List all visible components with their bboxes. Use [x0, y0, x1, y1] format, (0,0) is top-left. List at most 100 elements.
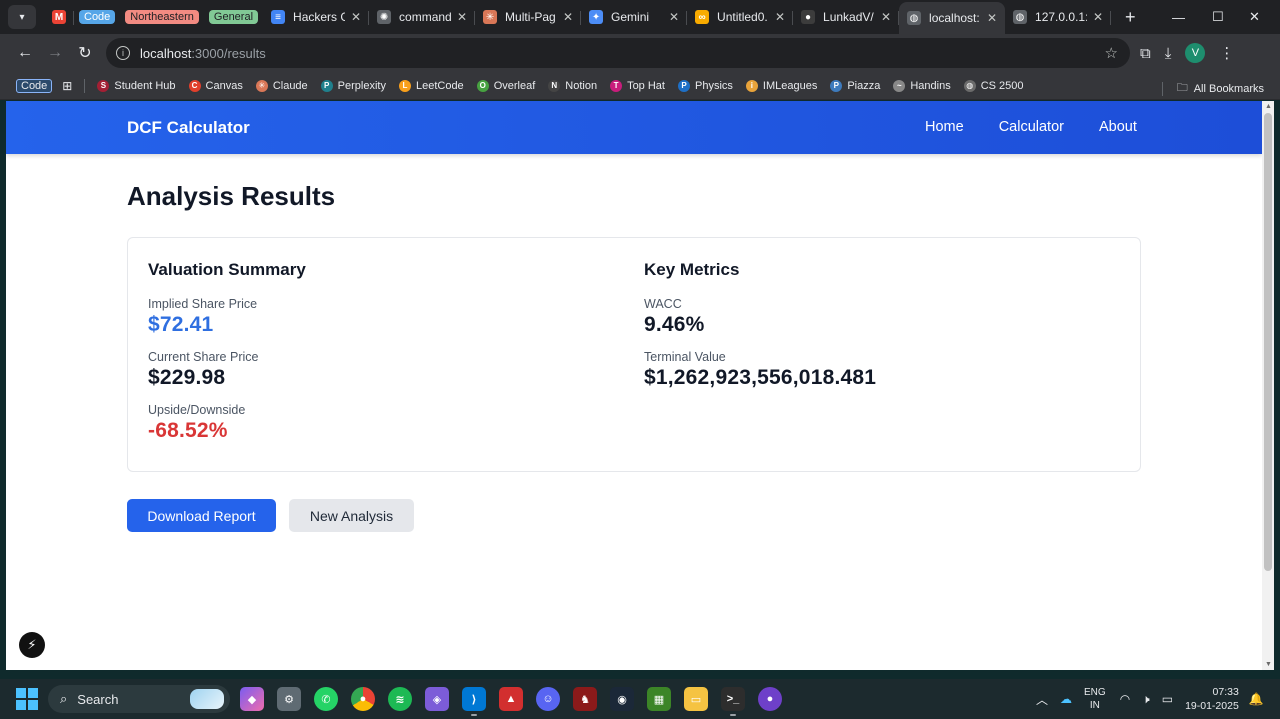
- close-tab-icon[interactable]: ✕: [1093, 10, 1103, 24]
- maximize-button[interactable]: ☐: [1212, 0, 1224, 34]
- bookmark-item[interactable]: i IMLeagues: [745, 79, 817, 92]
- reload-button[interactable]: ↻: [70, 38, 100, 68]
- bookmark-item[interactable]: O Overleaf: [476, 79, 535, 92]
- bookmark-divider: [84, 78, 86, 93]
- terminal-icon[interactable]: >_: [721, 687, 745, 716]
- whatsapp-icon[interactable]: ✆: [314, 687, 338, 711]
- nav-link-home[interactable]: Home: [925, 119, 964, 135]
- tab[interactable]: ✺ command ✕: [369, 3, 476, 31]
- site-brand[interactable]: DCF Calculator: [127, 118, 250, 138]
- scroll-thumb[interactable]: [1264, 113, 1272, 571]
- new-tab-button[interactable]: +: [1125, 7, 1136, 28]
- back-button[interactable]: ←: [10, 38, 40, 68]
- obsidian-icon[interactable]: ◈: [425, 687, 449, 711]
- upside-label: Upside/Downside: [148, 403, 246, 417]
- page-viewport: DCF Calculator Home Calculator About Ana…: [6, 101, 1262, 670]
- apps-grid-icon[interactable]: ⊞: [62, 79, 72, 93]
- bookmark-code-folder[interactable]: Code: [16, 78, 53, 93]
- minecraft-icon[interactable]: ▦: [647, 687, 671, 711]
- settings-gear-icon[interactable]: ⚙: [277, 687, 301, 711]
- spotify-icon[interactable]: ≋: [388, 687, 412, 711]
- vscode-icon[interactable]: ⟩: [462, 687, 486, 716]
- clock-date: 19-01-2025: [1185, 700, 1239, 712]
- tab-search-button[interactable]: ▾: [8, 5, 36, 29]
- steam-icon[interactable]: ◉: [610, 687, 634, 711]
- close-tab-icon[interactable]: ✕: [775, 10, 785, 24]
- wacc-label: WACC: [644, 297, 682, 311]
- close-tab-icon[interactable]: ✕: [987, 11, 997, 25]
- bookmark-item[interactable]: N Notion: [548, 79, 597, 92]
- bookmark-item[interactable]: L LeetCode: [398, 79, 464, 92]
- bookmark-label: Claude: [272, 79, 308, 92]
- file-explorer-icon[interactable]: ▭: [684, 687, 708, 711]
- battery-icon[interactable]: ▭: [1162, 692, 1173, 706]
- windows-start-icon[interactable]: [16, 688, 38, 710]
- bookmark-item[interactable]: P Physics: [677, 79, 733, 92]
- bookmark-item[interactable]: ~ Handins: [893, 79, 951, 92]
- bookmark-item[interactable]: C Canvas: [188, 79, 243, 92]
- tab[interactable]: ∞ Untitled0. ✕: [687, 3, 794, 31]
- volume-muted-icon[interactable]: 🕨: [1142, 692, 1150, 707]
- tab[interactable]: M: [44, 3, 74, 31]
- close-tab-icon[interactable]: ✕: [881, 10, 891, 24]
- close-tab-icon[interactable]: ✕: [457, 10, 467, 24]
- tab[interactable]: ≡ Hackers G ✕: [263, 3, 370, 31]
- chrome-icon[interactable]: ●: [351, 687, 375, 711]
- key-metrics: Key Metrics WACC 9.46% Terminal Value $1…: [644, 260, 876, 403]
- wifi-icon[interactable]: ◠: [1120, 692, 1130, 706]
- clock[interactable]: 07:33 19-01-2025: [1185, 685, 1239, 713]
- discord-icon[interactable]: ☺: [536, 687, 560, 711]
- language-indicator[interactable]: ENG IN: [1084, 686, 1106, 712]
- bookmark-favicon-icon: P: [677, 79, 690, 92]
- download-report-button[interactable]: Download Report: [127, 499, 276, 532]
- taskbar-search-label: Search: [77, 691, 119, 707]
- bookmark-label: Top Hat: [627, 79, 665, 92]
- bookmark-item[interactable]: P Piazza: [830, 79, 880, 92]
- menu-kebab-icon[interactable]: ⋮: [1219, 44, 1234, 62]
- bookmark-item[interactable]: ✳ Claude: [255, 79, 308, 92]
- profile-avatar[interactable]: V: [1185, 43, 1206, 63]
- bookmark-item[interactable]: ◍ CS 2500: [963, 79, 1024, 92]
- new-analysis-button[interactable]: New Analysis: [289, 499, 414, 532]
- tray-chevron-icon[interactable]: ︿: [1036, 691, 1048, 708]
- all-bookmarks-button[interactable]: 🗀 All Bookmarks: [1161, 79, 1264, 98]
- tab[interactable]: ◍ 127.0.0.1: ✕: [1005, 3, 1112, 31]
- bookmark-star-icon[interactable]: ☆: [1105, 44, 1118, 62]
- tab-group-ne[interactable]: Northeastern: [125, 10, 199, 24]
- tab[interactable]: ● LunkadV/ ✕: [793, 3, 900, 31]
- game-launcher-icon[interactable]: ♞: [573, 687, 597, 711]
- tab[interactable]: ✦ Gemini ✕: [581, 3, 688, 31]
- bookmark-item[interactable]: S Student Hub: [97, 79, 176, 92]
- terminal-value-value: $1,262,923,556,018.481: [644, 366, 877, 389]
- scroll-up-icon[interactable]: ▲: [1265, 103, 1272, 110]
- bookmark-item[interactable]: P Perplexity: [320, 79, 386, 92]
- notification-bell-icon[interactable]: 🔔: [1249, 692, 1264, 706]
- taskbar-search[interactable]: ⌕ Search: [48, 685, 230, 713]
- close-window-button[interactable]: ✕: [1249, 0, 1260, 34]
- implied-price-label: Implied Share Price: [148, 297, 258, 311]
- bookmark-item[interactable]: T Top Hat: [610, 79, 665, 92]
- download-icon[interactable]: ⤓: [1165, 45, 1172, 62]
- address-bar[interactable]: i localhost:3000/results ☆: [106, 38, 1130, 68]
- forward-button[interactable]: →: [40, 38, 70, 68]
- close-tab-icon[interactable]: ✕: [351, 10, 361, 24]
- nav-link-calculator[interactable]: Calculator: [999, 119, 1064, 135]
- lightning-bolt-icon[interactable]: ⚡: [19, 632, 45, 658]
- minimize-button[interactable]: —: [1172, 0, 1185, 34]
- extensions-icon[interactable]: ⧉: [1140, 45, 1151, 62]
- arduino-icon[interactable]: ▲: [499, 687, 523, 711]
- tab-group-code[interactable]: Code: [79, 10, 116, 24]
- scroll-down-icon[interactable]: ▼: [1265, 661, 1272, 668]
- copilot-icon[interactable]: ◆: [240, 687, 264, 711]
- tab-active[interactable]: ◍ localhost: ✕: [899, 2, 1006, 34]
- current-price-value: $229.98: [148, 366, 226, 389]
- nav-link-about[interactable]: About: [1099, 119, 1137, 135]
- page-scrollbar[interactable]: ▲ ▼: [1262, 101, 1274, 670]
- onedrive-icon[interactable]: ☁: [1060, 692, 1072, 706]
- site-info-icon[interactable]: i: [116, 46, 130, 60]
- tab-group-gen[interactable]: General: [208, 10, 259, 24]
- close-tab-icon[interactable]: ✕: [563, 10, 573, 24]
- tab[interactable]: ✳ Multi-Pag ✕: [475, 3, 582, 31]
- close-tab-icon[interactable]: ✕: [669, 10, 679, 24]
- github-desktop-icon[interactable]: ●: [758, 687, 782, 711]
